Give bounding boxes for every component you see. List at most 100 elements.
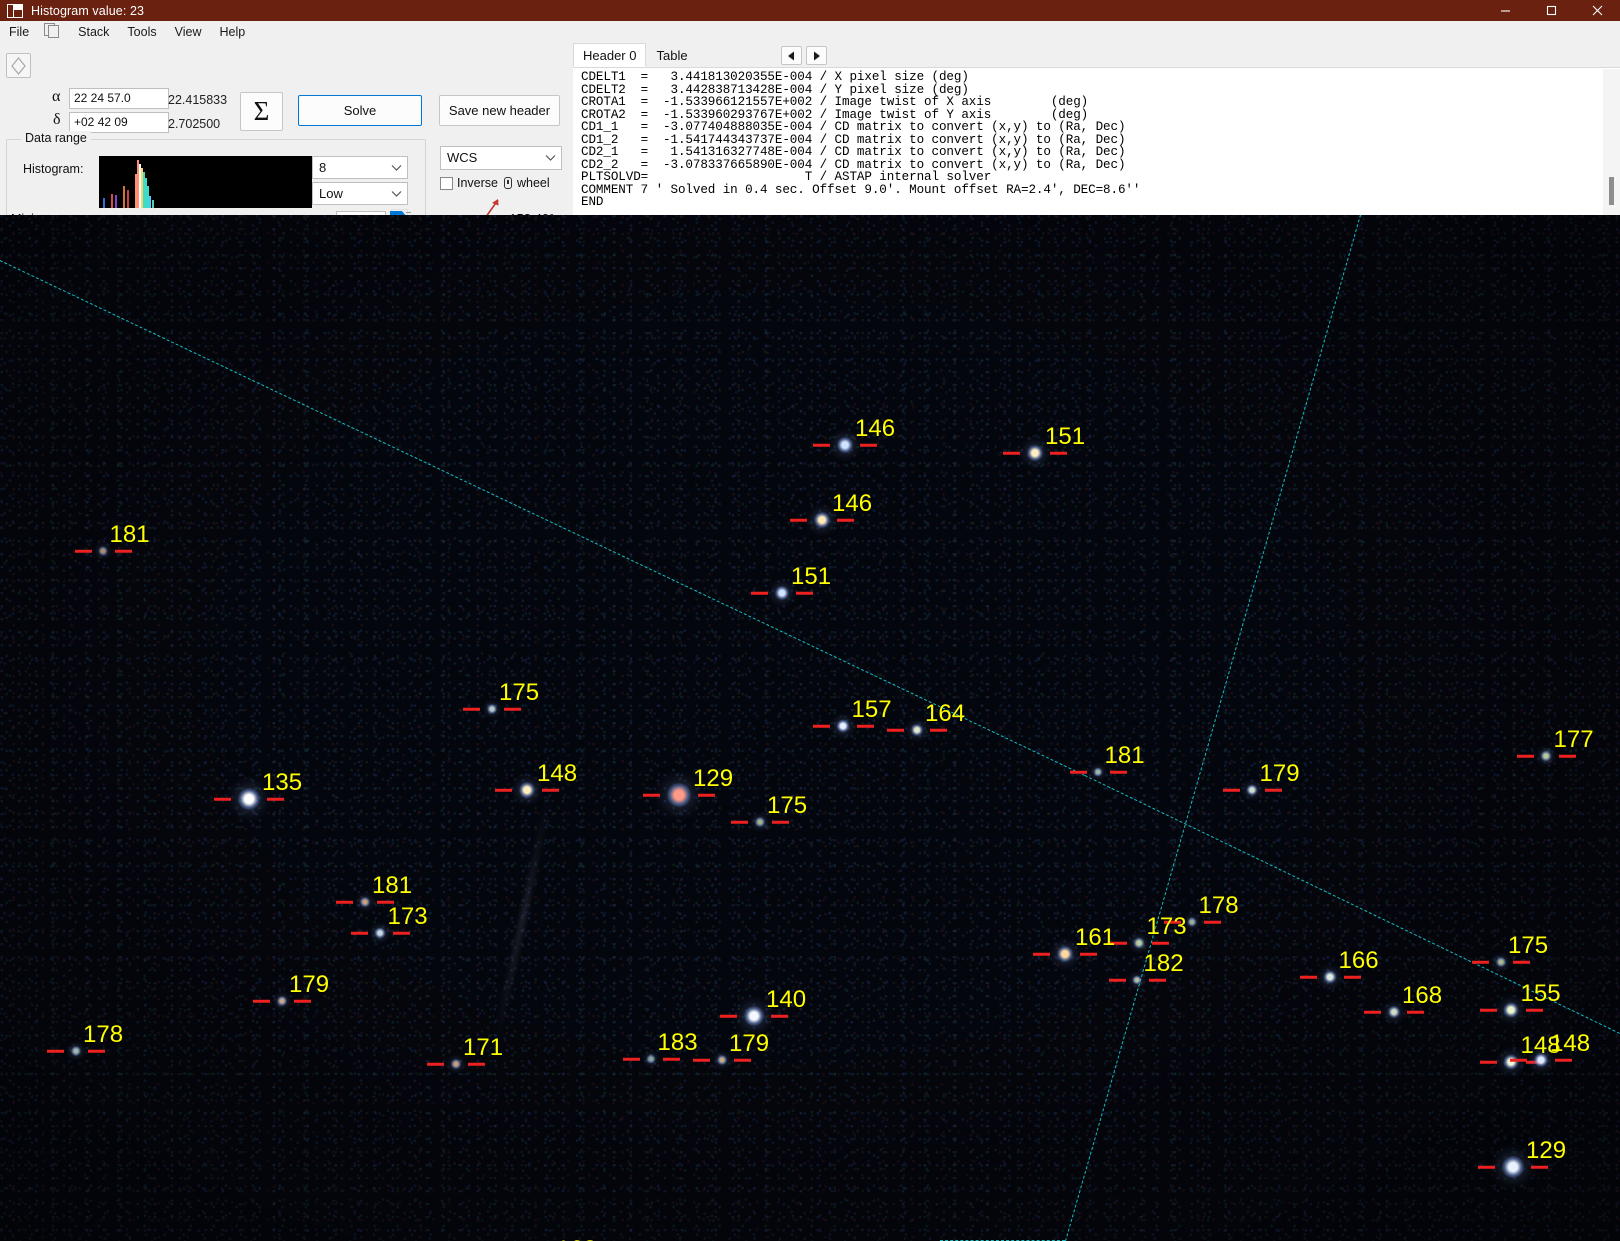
star-marker[interactable]: [717, 1055, 727, 1065]
star-magnitude-label: 166: [1339, 949, 1379, 973]
previous-header-button[interactable]: [781, 46, 802, 65]
star-magnitude-label: 181: [1105, 744, 1145, 768]
header-scrollbar[interactable]: [1603, 69, 1620, 215]
star-magnitude-label: 148: [1550, 1032, 1590, 1056]
star-magnitude-label: 157: [852, 698, 892, 722]
star-marker[interactable]: [277, 996, 287, 1006]
star-tick-left: [1109, 979, 1126, 982]
star-magnitude-label: 179: [729, 1032, 769, 1056]
star-tick-left: [751, 592, 768, 595]
star-tick-right: [504, 708, 521, 711]
maximize-button[interactable]: [1528, 0, 1574, 21]
star-magnitude-label: 129: [1526, 1139, 1566, 1163]
wcs-mode-select[interactable]: WCS: [440, 146, 562, 170]
star-tick-right: [771, 1015, 788, 1018]
star-marker[interactable]: [667, 783, 691, 807]
next-header-button[interactable]: [806, 46, 827, 65]
star-tick-right: [860, 444, 877, 447]
sigma-stack-button[interactable]: Σ: [240, 92, 283, 131]
star-marker[interactable]: [755, 817, 765, 827]
inverse-label: Inverse: [457, 176, 498, 190]
star-marker[interactable]: [238, 788, 260, 810]
histogram-plot[interactable]: [99, 156, 312, 208]
star-tick-right: [837, 519, 854, 522]
star-magnitude-label: 161: [1075, 926, 1115, 950]
bit-depth-select[interactable]: 8: [312, 156, 408, 179]
star-tick-right: [294, 1000, 311, 1003]
star-marker[interactable]: [647, 1055, 656, 1064]
fits-header-panel: Header 0 Table CDELT1 = 3.441813020355E-…: [573, 44, 1620, 215]
mouse-wheel-icon: [504, 177, 512, 189]
solve-button[interactable]: Solve: [298, 95, 422, 126]
inverse-checkbox[interactable]: [440, 177, 453, 190]
star-marker[interactable]: [360, 897, 370, 907]
fits-header-text[interactable]: CDELT1 = 3.441813020355E-004 / X pixel s…: [573, 69, 1602, 215]
star-marker[interactable]: [71, 1046, 81, 1056]
star-marker[interactable]: [775, 586, 789, 600]
star-tick-left: [1478, 1166, 1495, 1169]
save-new-header-button[interactable]: Save new header: [439, 95, 560, 126]
star-marker[interactable]: [451, 1059, 461, 1069]
star-tick-left: [463, 708, 480, 711]
menu-item-file[interactable]: File: [0, 23, 38, 41]
star-marker[interactable]: [814, 512, 830, 528]
star-marker[interactable]: [1541, 751, 1552, 762]
star-tick-left: [643, 794, 660, 797]
star-marker[interactable]: [837, 437, 853, 453]
menu-item-stack[interactable]: Stack: [69, 23, 118, 41]
star-magnitude-label: 181: [110, 523, 150, 547]
star-marker[interactable]: [375, 928, 386, 939]
star-marker[interactable]: [1027, 445, 1043, 461]
star-marker[interactable]: [1134, 938, 1145, 949]
star-tick-left: [1364, 1011, 1381, 1014]
star-magnitude-label: 129: [693, 767, 733, 791]
ra-input[interactable]: 22 24 57.0: [69, 88, 169, 109]
star-tick-right: [1265, 789, 1282, 792]
header-scrollbar-thumb[interactable]: [1609, 177, 1614, 205]
header-nav-buttons: [781, 46, 827, 65]
sky-image-viewport[interactable]: 1811461511511461751571641811791771351481…: [0, 215, 1620, 1241]
star-marker[interactable]: [1502, 1156, 1524, 1178]
star-marker[interactable]: [1496, 957, 1506, 967]
tab-table[interactable]: Table: [646, 43, 697, 67]
star-tick-left: [1472, 961, 1489, 964]
star-marker[interactable]: [99, 547, 108, 556]
star-magnitude-label: 168: [1402, 984, 1442, 1008]
star-tick-left: [720, 1015, 737, 1018]
star-tick-right: [698, 794, 715, 797]
menu-item-tools[interactable]: Tools: [118, 23, 165, 41]
star-marker[interactable]: [744, 1006, 764, 1026]
star-marker[interactable]: [1247, 785, 1258, 796]
star-marker[interactable]: [1094, 768, 1103, 777]
star-marker[interactable]: [1534, 1053, 1548, 1067]
tab-header-0[interactable]: Header 0: [573, 43, 646, 67]
stretch-select[interactable]: Low: [312, 182, 408, 205]
star-marker[interactable]: [487, 704, 497, 714]
star-tick-left: [790, 519, 807, 522]
star-marker[interactable]: [1057, 946, 1073, 962]
bit-depth-value: 8: [319, 160, 326, 175]
minimize-button[interactable]: [1482, 0, 1528, 21]
star-marker[interactable]: [519, 782, 535, 798]
star-tick-right: [1407, 1011, 1424, 1014]
star-marker[interactable]: [1504, 1003, 1519, 1018]
star-marker[interactable]: [1324, 971, 1337, 984]
star-magnitude-label: 178: [83, 1023, 123, 1047]
sky-image-canvas[interactable]: 1811461511511461751571641811791771351481…: [0, 215, 1620, 1241]
star-marker[interactable]: [1188, 918, 1197, 927]
star-marker[interactable]: [1504, 1055, 1519, 1070]
star-magnitude-label: 175: [767, 794, 807, 818]
star-marker[interactable]: [1133, 976, 1142, 985]
close-button[interactable]: [1574, 0, 1620, 21]
dec-input[interactable]: +02 42 09: [69, 112, 169, 133]
orientation-flip-button[interactable]: [6, 53, 31, 78]
menu-item-view[interactable]: View: [166, 23, 211, 41]
chevron-down-icon: [385, 157, 407, 178]
star-marker[interactable]: [1388, 1006, 1400, 1018]
menu-item-help[interactable]: Help: [210, 23, 254, 41]
star-marker[interactable]: [911, 724, 923, 736]
star-magnitude-label: 178: [1199, 894, 1239, 918]
star-marker[interactable]: [837, 720, 850, 733]
window-controls: [1482, 0, 1620, 21]
star-magnitude-label: 175: [1508, 934, 1548, 958]
